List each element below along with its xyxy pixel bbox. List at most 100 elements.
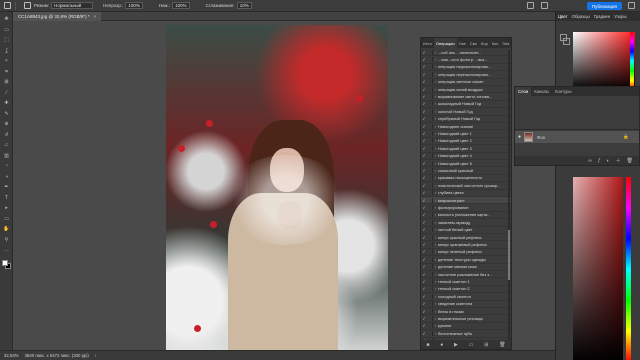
blur-icon[interactable]: ◔ xyxy=(3,163,10,169)
layer-row-background[interactable]: ● Фон 🔒 xyxy=(515,131,639,143)
action-set-row[interactable]: ✓ › операция недоэкспонирова... xyxy=(421,64,511,72)
flow-field[interactable]: 100% xyxy=(172,2,190,9)
actions-tab[interactable]: Све xyxy=(457,41,468,46)
action-set-row[interactable]: ✓ › Новогодний цвет 3 xyxy=(421,145,511,153)
history-brush-icon[interactable]: ↺ xyxy=(3,132,10,138)
brush-settings-icon[interactable] xyxy=(24,2,31,9)
workspace-icon[interactable] xyxy=(541,2,548,9)
layers-panel-tab[interactable]: Каналы xyxy=(531,89,552,94)
action-set-row[interactable]: ✓ › Новогодний цвет 4 xyxy=(421,153,511,160)
action-set-row[interactable]: ✓ › серебряный Новый Год xyxy=(421,116,511,123)
fx-icon[interactable]: ƒ xyxy=(598,158,601,164)
action-set-row[interactable]: ✓ › операция переэкспонирова... xyxy=(421,71,511,79)
action-set-row[interactable]: ✓ › пластический частотного ороаэр... xyxy=(421,182,511,190)
mode-select[interactable]: Нормальный xyxy=(51,2,94,9)
action-set-row[interactable]: ✓ › сказочный красный xyxy=(421,167,511,175)
hand-icon[interactable]: ✋ xyxy=(3,226,10,232)
trash-icon[interactable]: 🗑 xyxy=(627,158,633,164)
action-set-row[interactable]: ✓ › ...соб инс. ...вательнет... xyxy=(421,49,511,57)
marquee-icon[interactable]: ⬚ xyxy=(3,37,10,43)
document-tab[interactable]: CC1A8843.jpg @ 32,6% (RGB/8*) * × xyxy=(13,12,102,21)
quick-select-icon[interactable]: ✧ xyxy=(3,58,10,64)
action-set-row[interactable]: ✓ › операция светлые сюжет xyxy=(421,79,511,86)
link-icon[interactable]: ∞ xyxy=(588,158,592,164)
action-set-row[interactable]: ✓ › сведение скинтона xyxy=(421,301,511,308)
action-set-row[interactable]: ✓ › блеск в глазах xyxy=(421,308,511,316)
pen-icon[interactable]: ✒ xyxy=(3,184,10,190)
search-icon[interactable] xyxy=(527,2,534,9)
foreground-color-swatch[interactable] xyxy=(2,260,8,266)
mask-icon[interactable]: ◐ xyxy=(607,158,610,164)
stop-icon[interactable]: ■ xyxy=(426,342,429,348)
brush-icon[interactable]: ✎ xyxy=(3,111,10,117)
lock-icon[interactable]: 🔒 xyxy=(623,134,629,140)
zoom-level[interactable]: 32,63% xyxy=(4,353,19,358)
new-layer-icon[interactable]: ＋ xyxy=(616,157,621,164)
color-panel-tab[interactable]: Узоры xyxy=(614,14,626,19)
clone-stamp-icon[interactable]: ⊕ xyxy=(3,121,10,127)
folder-icon[interactable]: ▭ xyxy=(469,342,474,348)
action-set-row[interactable]: ✓ › выравнивание свето-тонова... xyxy=(421,93,511,101)
action-set-row[interactable]: ✓ › ...смо...ссто фотогр. ...вка... xyxy=(421,56,511,64)
zoom-icon[interactable]: ⚲ xyxy=(3,237,10,243)
color-field[interactable] xyxy=(573,32,635,90)
color-panel-tab[interactable]: Градиен xyxy=(594,14,611,19)
play-icon[interactable]: ▶ xyxy=(454,342,458,348)
actions-tab[interactable]: Сво xyxy=(468,41,479,46)
move-icon[interactable]: ✥ xyxy=(3,16,10,22)
action-set-row[interactable]: ✓ › минус зеленый рефлекс xyxy=(421,249,511,257)
document-canvas-image[interactable] xyxy=(166,25,388,350)
action-set-row[interactable]: ✓ › холодный скинтон xyxy=(421,293,511,301)
color-picker-hue-slider[interactable] xyxy=(626,177,631,360)
hue-slider[interactable] xyxy=(630,32,634,90)
action-set-row[interactable]: ✓ › минус красный рефлекс xyxy=(421,234,511,242)
action-set-row[interactable]: ✓ › частотное разложение без з... xyxy=(421,271,511,279)
action-set-row[interactable]: ✓ › закатаем-гармоду xyxy=(421,219,511,227)
eyedropper-icon[interactable]: ⁄ xyxy=(3,90,10,96)
close-tab-icon[interactable]: × xyxy=(94,14,97,19)
action-set-row[interactable]: ✓ › Новогодний цвет 1 xyxy=(421,130,511,138)
actions-tab[interactable]: Операции xyxy=(433,38,457,48)
action-set-row[interactable]: ✓ › глубина цвета xyxy=(421,190,511,197)
gradient-icon[interactable]: ▥ xyxy=(3,153,10,159)
color-picker-field[interactable] xyxy=(573,177,623,360)
crop-icon[interactable]: ⌗ xyxy=(3,69,10,75)
action-set-row[interactable]: ✓ › минус оранжевый рефлекс xyxy=(421,241,511,249)
action-set-row[interactable]: ✓ › фильтрирование xyxy=(421,204,511,212)
visibility-eye-icon[interactable]: ● xyxy=(515,134,524,140)
path-select-icon[interactable]: ▸ xyxy=(3,205,10,211)
action-set-row[interactable]: ✓ › Новогодний цвет 2 xyxy=(421,138,511,146)
action-set-row[interactable]: ✓ › деление текстуры одежды xyxy=(421,256,511,264)
actions-tab[interactable]: Исто xyxy=(421,41,434,46)
action-set-row[interactable]: ✓ › красивая насыщенность xyxy=(421,175,511,183)
brush-tool-preset-icon[interactable] xyxy=(4,2,11,9)
action-set-row[interactable]: ✓ › чистый белый цвет xyxy=(421,227,511,234)
eraser-icon[interactable]: ▱ xyxy=(3,142,10,148)
actions-scrollbar[interactable] xyxy=(508,50,510,340)
action-set-row[interactable]: ✓ › операция синий воздушн xyxy=(421,86,511,94)
type-icon[interactable]: T xyxy=(3,195,10,201)
more-tools-icon[interactable]: … xyxy=(3,247,10,253)
artboard-icon[interactable]: ▭ xyxy=(3,27,10,33)
color-panel-tab[interactable]: Цвет xyxy=(558,14,568,19)
action-set-row[interactable]: ✓ › шоколадный Новый Год xyxy=(421,101,511,109)
action-set-row[interactable]: ✓ › золотой Новый Год xyxy=(421,108,511,116)
action-set-row[interactable]: ✓ › выразительные ресницы xyxy=(421,315,511,323)
action-set-row[interactable]: ✓ › белоснежные зубы xyxy=(421,330,511,338)
lasso-icon[interactable]: ʆ xyxy=(3,48,10,54)
action-set-row[interactable]: ✓ › теплый скинтон 1 xyxy=(421,278,511,286)
opacity-field[interactable]: 100% xyxy=(125,2,143,9)
share-icon[interactable] xyxy=(628,2,635,9)
actions-tab[interactable]: Кор xyxy=(479,41,490,46)
scroll-thumb[interactable] xyxy=(508,230,510,280)
frame-icon[interactable]: ⊠ xyxy=(3,79,10,85)
publish-button[interactable]: Публикация xyxy=(586,2,622,10)
layers-panel-tab[interactable]: Контуры xyxy=(552,89,574,94)
action-set-row[interactable]: ✓ › Новогоднее сияние xyxy=(421,123,511,131)
rectangle-icon[interactable]: ▭ xyxy=(3,216,10,222)
new-action-icon[interactable]: ⊞ xyxy=(484,342,488,348)
record-icon[interactable]: ● xyxy=(440,342,443,348)
actions-tab[interactable]: Зна xyxy=(500,41,511,46)
layers-panel-tab[interactable]: Слои xyxy=(515,87,532,96)
action-set-row[interactable]: ✓ › теплый скинтон 2 xyxy=(421,286,511,294)
